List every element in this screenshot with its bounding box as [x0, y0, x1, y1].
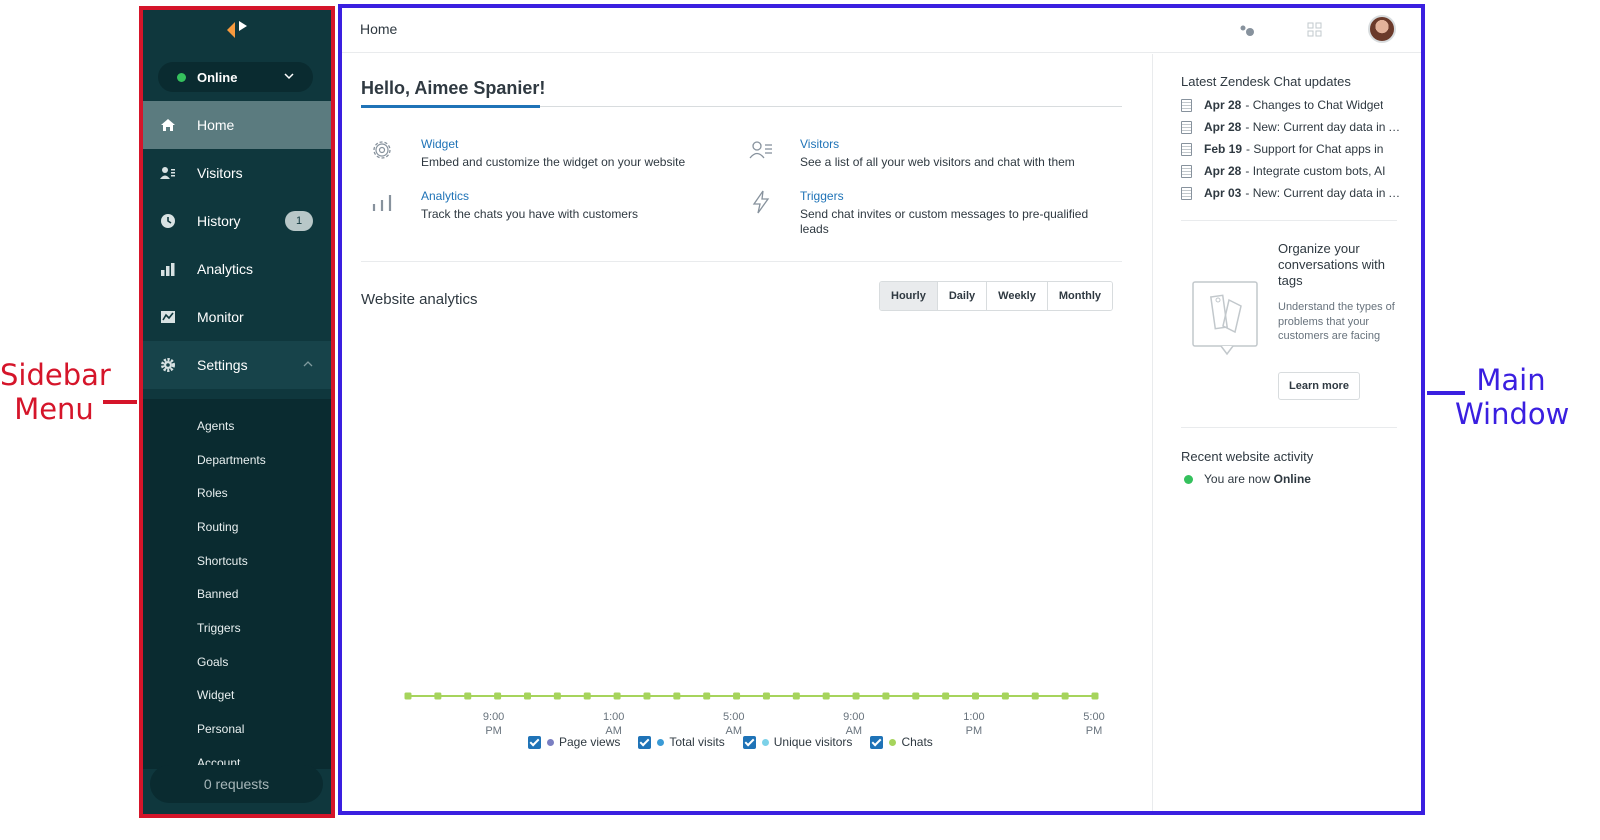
sidebar-annotation-line: [103, 400, 137, 404]
sidebar-annotation-label: Sidebar Menu: [0, 358, 111, 426]
app-canvas: Online Home Visitors History 1 Analytics: [0, 0, 1600, 840]
main-window-annotation-label: Main Window: [1455, 363, 1570, 431]
sidebar-annotation-box: [139, 6, 335, 818]
main-window-annotation-box: [338, 4, 1425, 815]
